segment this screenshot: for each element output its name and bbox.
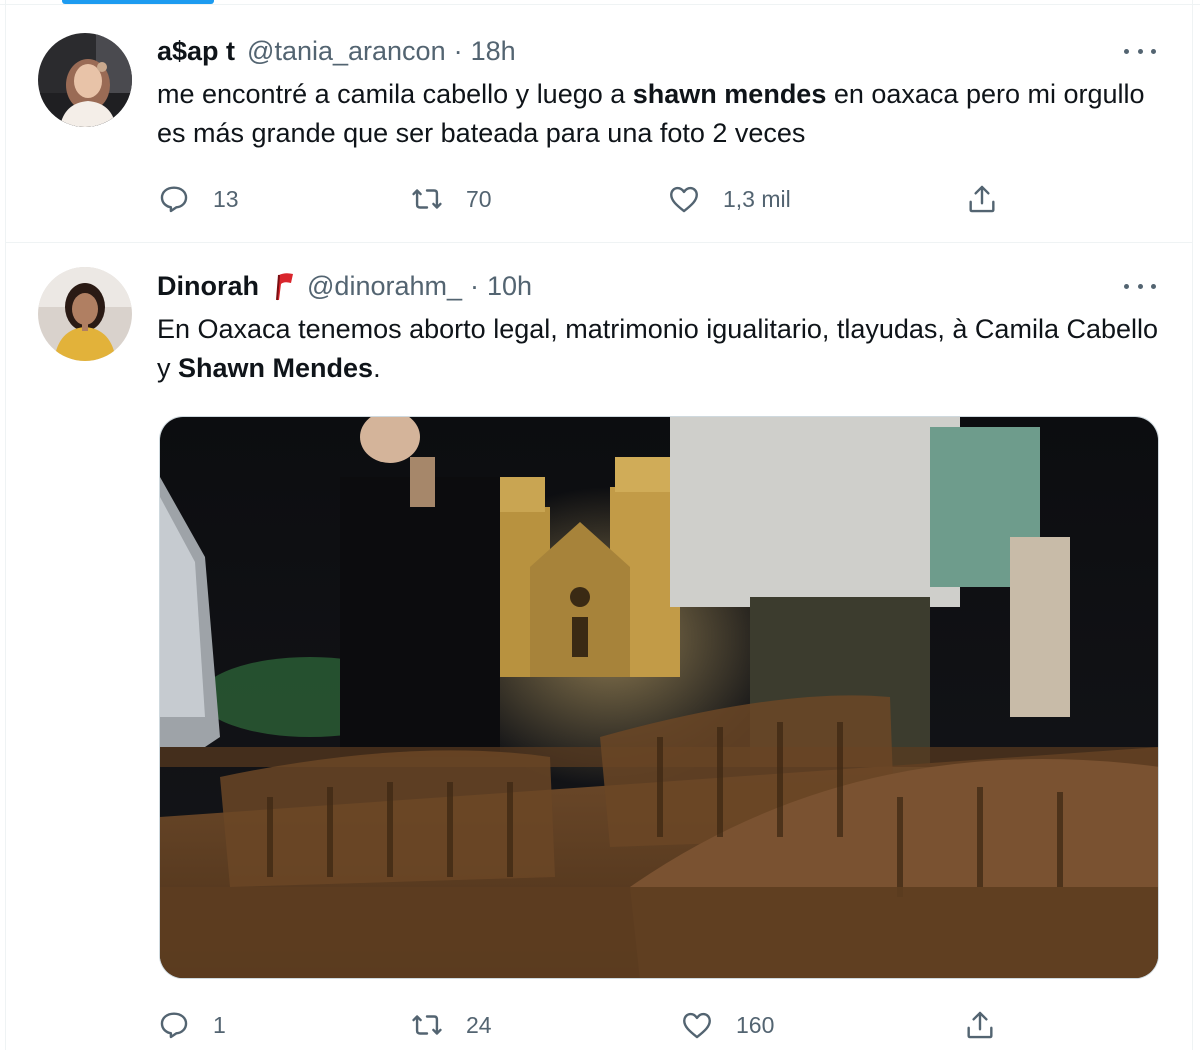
share-button[interactable] bbox=[965, 179, 999, 219]
more-options-icon[interactable] bbox=[1124, 272, 1156, 300]
display-name[interactable]: Dinorah bbox=[157, 271, 259, 302]
tweet-text-part: me encontré a camila cabello y luego a bbox=[157, 79, 633, 109]
reply-button[interactable]: 1 bbox=[157, 1005, 226, 1045]
tweet-header: Dinorah @dinorahm_ · 10h bbox=[157, 269, 1152, 303]
reply-icon bbox=[157, 182, 191, 216]
heart-icon bbox=[680, 1008, 714, 1042]
tweet-text-bold: shawn mendes bbox=[632, 79, 827, 109]
avatar[interactable] bbox=[38, 33, 132, 127]
tweet[interactable]: Dinorah @dinorahm_ · 10h En Oaxaca tenem… bbox=[6, 243, 1192, 1050]
separator-dot: · bbox=[453, 35, 463, 66]
red-flag-icon bbox=[273, 271, 295, 301]
timestamp[interactable]: 18h bbox=[471, 36, 516, 67]
reply-count: 13 bbox=[213, 185, 239, 212]
tweet-text-part: . bbox=[373, 353, 381, 383]
heart-icon bbox=[667, 182, 701, 216]
tweet-text-bold: Shawn Mendes bbox=[178, 353, 374, 383]
tweet-text: En Oaxaca tenemos aborto legal, matrimon… bbox=[157, 310, 1167, 388]
user-handle[interactable]: @dinorahm_ bbox=[307, 271, 462, 302]
avatar[interactable] bbox=[38, 267, 132, 361]
share-icon bbox=[965, 182, 999, 216]
retweet-button[interactable]: 70 bbox=[410, 179, 492, 219]
tweet-text: me encontré a camila cabello y luego a s… bbox=[157, 75, 1167, 153]
retweet-count: 24 bbox=[466, 1011, 492, 1038]
share-icon bbox=[963, 1008, 997, 1042]
like-button[interactable]: 160 bbox=[680, 1005, 774, 1045]
feed-border-right bbox=[1192, 0, 1193, 1050]
display-name[interactable]: a$ap t bbox=[157, 36, 235, 67]
retweet-count: 70 bbox=[466, 185, 492, 212]
like-count: 160 bbox=[736, 1011, 775, 1038]
timestamp[interactable]: 10h bbox=[487, 271, 532, 302]
reply-button[interactable]: 13 bbox=[157, 179, 239, 219]
reply-icon bbox=[157, 1008, 191, 1042]
user-handle[interactable]: @tania_arancon bbox=[247, 36, 446, 67]
tweet-actions: 13 70 1,3 mil bbox=[157, 179, 1172, 219]
separator-dot: · bbox=[470, 270, 480, 301]
retweet-icon bbox=[410, 182, 444, 216]
tweet-actions: 1 24 160 bbox=[157, 1005, 1172, 1045]
reply-count: 1 bbox=[213, 1011, 226, 1038]
share-button[interactable] bbox=[963, 1005, 997, 1045]
like-count: 1,3 mil bbox=[723, 185, 791, 212]
more-options-icon[interactable] bbox=[1124, 37, 1156, 65]
retweet-icon bbox=[410, 1008, 444, 1042]
tweet[interactable]: a$ap t @tania_arancon · 18h me encontré … bbox=[6, 5, 1192, 242]
retweet-button[interactable]: 24 bbox=[410, 1005, 492, 1045]
tweet-header: a$ap t @tania_arancon · 18h bbox=[157, 34, 1152, 68]
like-button[interactable]: 1,3 mil bbox=[667, 179, 791, 219]
tweet-photo[interactable] bbox=[159, 416, 1159, 979]
